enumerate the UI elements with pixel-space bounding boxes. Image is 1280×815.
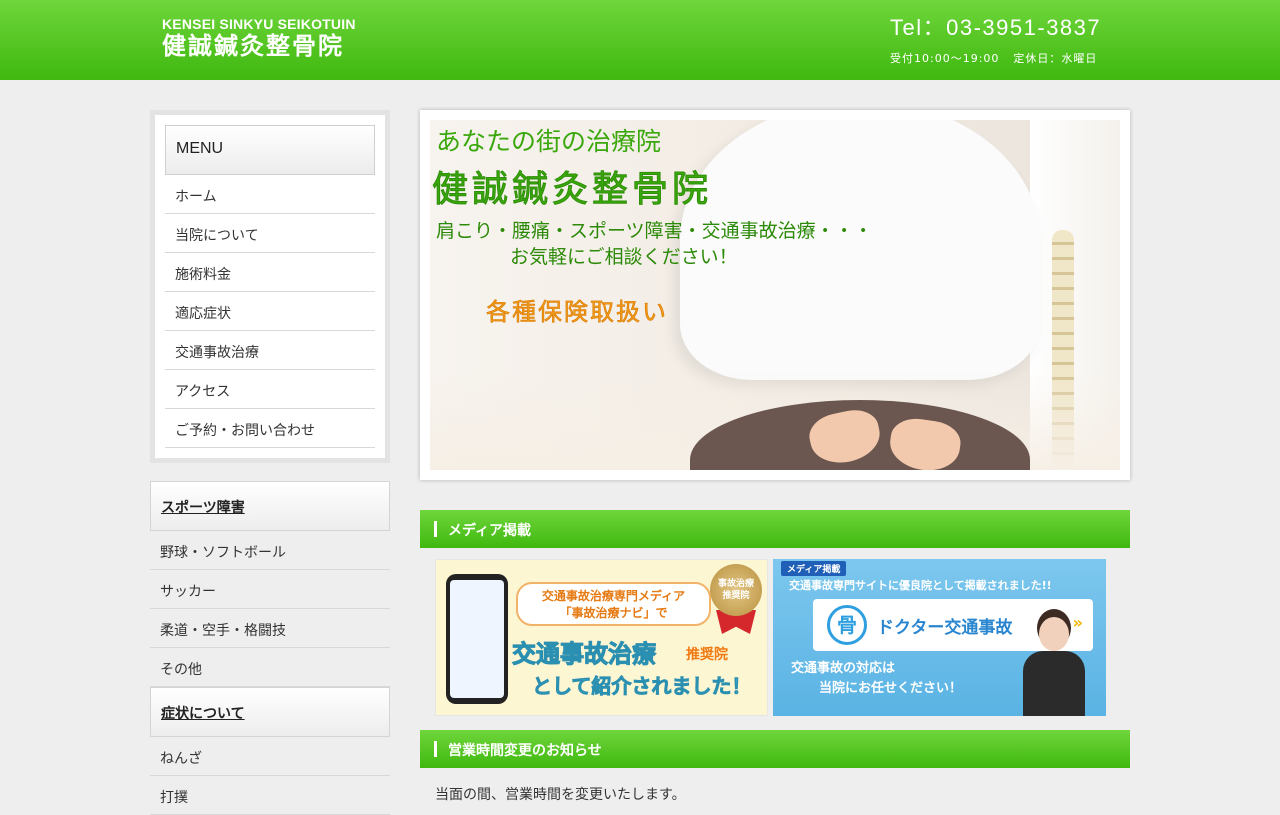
phone-number[interactable]: Tel：03-3951-3837 xyxy=(890,14,1101,42)
menu-item-about[interactable]: 当院について xyxy=(165,214,375,253)
banner1-sub-text: として紹介されました！ xyxy=(532,674,752,699)
bone-logo-icon: 骨 xyxy=(827,605,867,645)
logo-japanese: 健誠鍼灸整骨院 xyxy=(162,32,344,60)
category-item-soccer[interactable]: サッカー xyxy=(150,570,390,609)
category-item-other[interactable]: その他 xyxy=(150,648,390,687)
site-header: KENSEI SINKYU SEIKOTUIN 健誠鍼灸整骨院 Tel：03-3… xyxy=(0,0,1280,80)
banner2-line2: 当院にお任せください！ xyxy=(819,681,963,696)
main-menu: MENU ホーム 当院について 施術料金 適応症状 交通事故治療 アクセス ご予… xyxy=(150,110,390,463)
section-notice-heading: 営業時間変更のお知らせ xyxy=(420,730,1130,768)
logo-english: KENSEI SINKYU SEIKOTUIN xyxy=(162,16,356,32)
menu-item-symptoms[interactable]: 適応症状 xyxy=(165,292,375,331)
operator-person-icon xyxy=(1019,617,1089,716)
category-item-martial-arts[interactable]: 柔道・空手・格闘技 xyxy=(150,609,390,648)
main-content: あなたの街の治療院 健誠鍼灸整骨院 肩こり・腰痛・スポーツ障害・交通事故治療・・… xyxy=(420,110,1130,804)
category-sports-injury[interactable]: スポーツ障害 xyxy=(150,481,390,531)
category-symptoms[interactable]: 症状について xyxy=(150,687,390,737)
banner2-top-text: 交通事故専門サイトに優良院として掲載されました!! xyxy=(789,579,1052,592)
banner2-line1: 交通事故の対応は xyxy=(791,661,896,676)
contact-info: Tel：03-3951-3837 受付10:00～19:00 定休日：水曜日 xyxy=(890,14,1101,66)
banner1-bubble-line2: 「事故治療ナビ」で xyxy=(559,606,668,620)
category-item-baseball[interactable]: 野球・ソフトボール xyxy=(150,531,390,570)
hero-clinic-name: 健誠鍼灸整骨院 xyxy=(431,169,713,211)
category-item-sprain[interactable]: ねんざ xyxy=(150,737,390,776)
banner1-main-text: 交通事故治療 xyxy=(512,640,657,669)
hero-consult: お気軽にご相談ください！ xyxy=(510,246,738,268)
media-banner-doctor-jiko[interactable]: メディア掲載 交通事故専門サイトに優良院として掲載されました!! 骨 ドクター交… xyxy=(773,559,1106,716)
person-head xyxy=(1039,617,1069,651)
smartphone-icon xyxy=(446,574,508,704)
menu-item-pricing[interactable]: 施術料金 xyxy=(165,253,375,292)
banner2-tag: メディア掲載 xyxy=(781,561,847,576)
media-banners: 交通事故治療専門メディア 「事故治療ナビ」で 事故治療 推奨院 交通事故治療 推… xyxy=(420,559,1130,716)
category-item-bruise[interactable]: 打撲 xyxy=(150,776,390,815)
reception-hours: 受付10:00～19:00 xyxy=(890,52,1000,65)
person-suit xyxy=(1023,651,1085,716)
media-banner-jiko-navi[interactable]: 交通事故治療専門メディア 「事故治療ナビ」で 事故治療 推奨院 交通事故治療 推… xyxy=(435,559,768,716)
banner1-tag: 推奨院 xyxy=(686,647,728,663)
hero-image: あなたの街の治療院 健誠鍼灸整骨院 肩こり・腰痛・スポーツ障害・交通事故治療・・… xyxy=(430,120,1120,470)
menu-title: MENU xyxy=(165,125,375,175)
hero-services: 肩こり・腰痛・スポーツ障害・交通事故治療・・・ xyxy=(436,220,873,242)
menu-item-access[interactable]: アクセス xyxy=(165,370,375,409)
sidebar: MENU ホーム 当院について 施術料金 適応症状 交通事故治療 アクセス ご予… xyxy=(150,110,390,815)
site-logo[interactable]: KENSEI SINKYU SEIKOTUIN 健誠鍼灸整骨院 xyxy=(162,16,356,60)
business-hours: 受付10:00～19:00 定休日：水曜日 xyxy=(890,50,1101,66)
notice-text: 当面の間、営業時間を変更いたします。 xyxy=(435,787,686,803)
medal-line2: 推奨院 xyxy=(722,591,750,601)
banner1-bubble-line1: 交通事故治療専門メディア xyxy=(541,589,686,603)
section-notice-title: 営業時間変更のお知らせ xyxy=(448,743,602,759)
phone-screen xyxy=(450,580,504,698)
menu-item-contact[interactable]: ご予約・お問い合わせ xyxy=(165,409,375,448)
section-media-heading: メディア掲載 xyxy=(420,510,1130,548)
medal-icon: 事故治療 推奨院 xyxy=(710,564,762,616)
hero-banner: あなたの街の治療院 健誠鍼灸整骨院 肩こり・腰痛・スポーツ障害・交通事故治療・・… xyxy=(420,110,1130,480)
menu-item-traffic-accident[interactable]: 交通事故治療 xyxy=(165,331,375,370)
banner2-brand: ドクター交通事故 xyxy=(877,618,1013,638)
hero-subtitle: あなたの街の治療院 xyxy=(436,127,662,156)
closed-day: 定休日：水曜日 xyxy=(1013,52,1098,65)
menu-item-home[interactable]: ホーム xyxy=(165,175,375,214)
hero-insurance: 各種保険取扱い xyxy=(486,298,668,327)
section-media-title: メディア掲載 xyxy=(448,523,532,539)
banner1-bubble: 交通事故治療専門メディア 「事故治療ナビ」で xyxy=(516,582,711,626)
medal-line1: 事故治療 xyxy=(717,579,754,589)
